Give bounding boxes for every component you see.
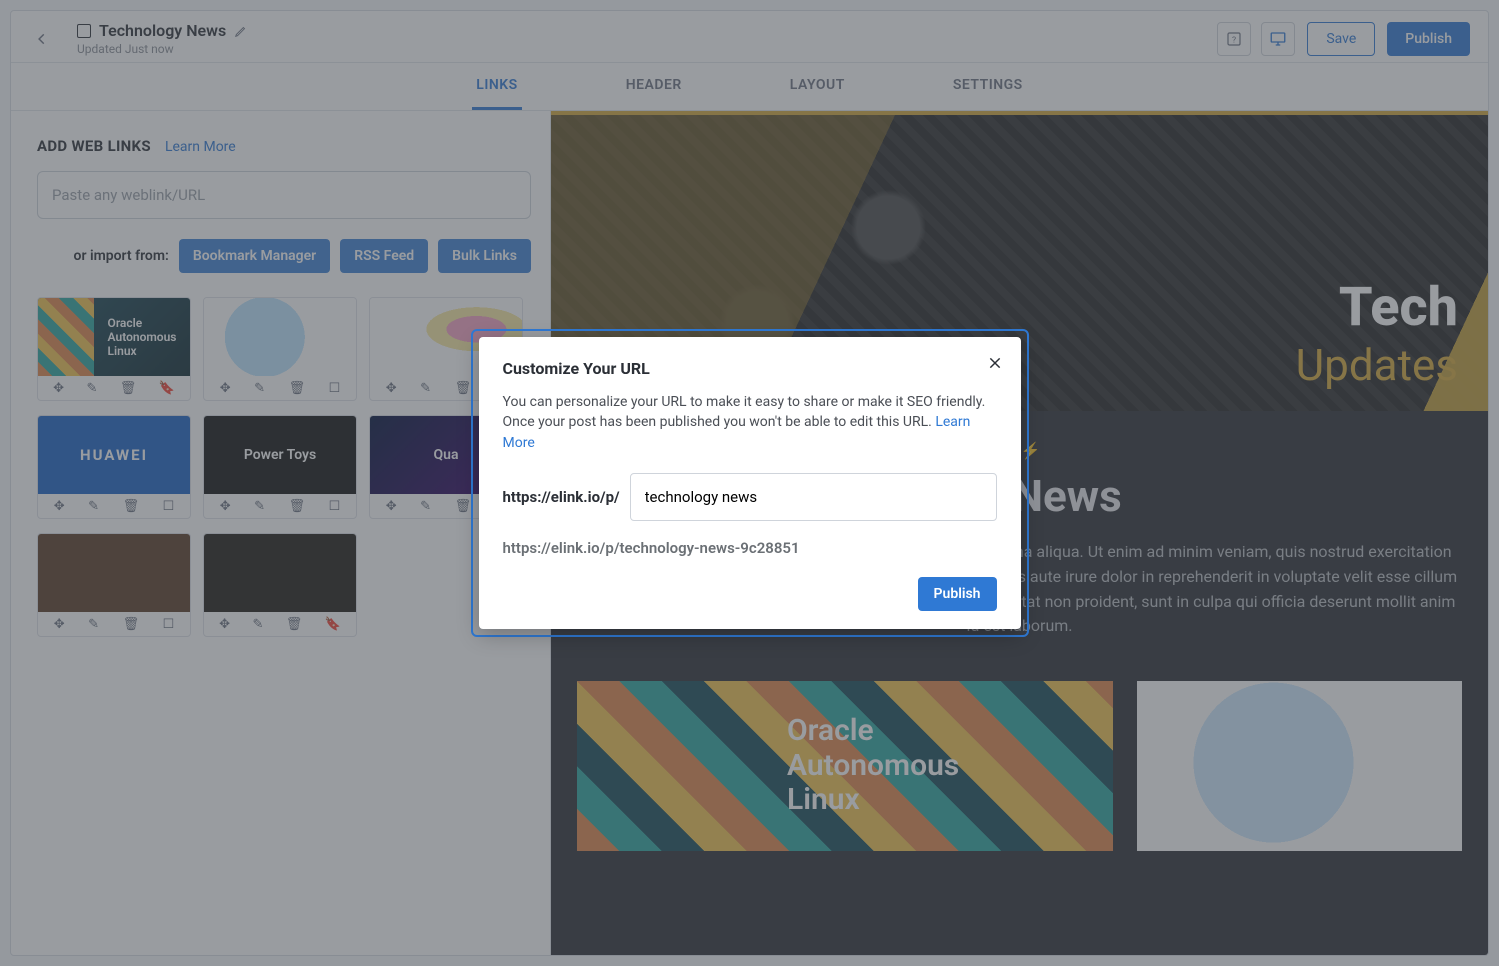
- modal-overlay[interactable]: Customize Your URL You can personalize y…: [0, 0, 1499, 966]
- modal-title: Customize Your URL: [503, 359, 997, 378]
- close-icon: [987, 355, 1003, 371]
- modal-publish-button[interactable]: Publish: [918, 577, 997, 611]
- url-prefix: https://elink.io/p/: [503, 488, 620, 506]
- modal-body: You can personalize your URL to make it …: [503, 392, 997, 453]
- full-url-preview: https://elink.io/p/technology-news-9c288…: [503, 539, 997, 557]
- customize-url-modal: Customize Your URL You can personalize y…: [479, 337, 1021, 629]
- modal-highlight-ring: Customize Your URL You can personalize y…: [471, 329, 1029, 637]
- close-button[interactable]: [987, 355, 1003, 371]
- slug-input[interactable]: [630, 473, 997, 521]
